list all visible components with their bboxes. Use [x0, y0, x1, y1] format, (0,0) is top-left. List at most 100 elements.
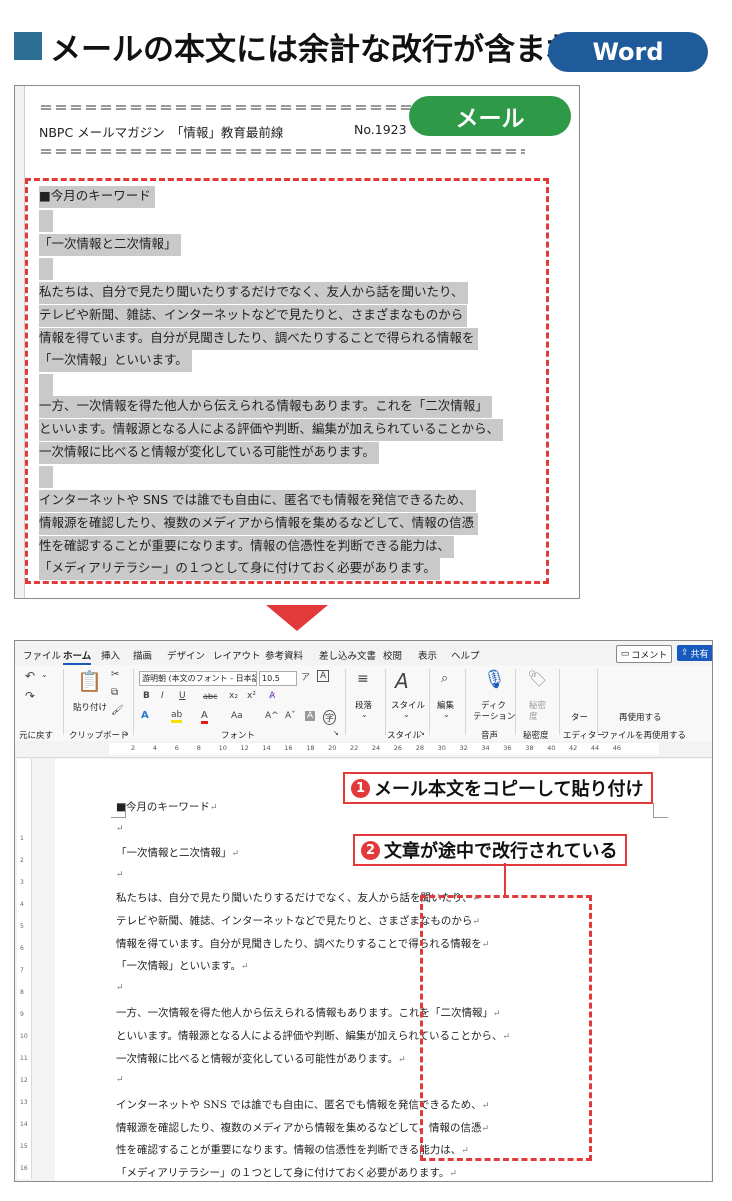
- phonetic-guide-icon[interactable]: ア: [301, 670, 310, 683]
- vruler-tick-label: 6: [20, 945, 24, 952]
- word-highlight-box: [420, 895, 592, 1161]
- vruler-tick-label: 1: [20, 835, 24, 842]
- style-dropdown-icon[interactable]: ⌄: [403, 710, 410, 719]
- document-blank-line: ↵: [116, 868, 124, 880]
- paragraph-mark-icon: ↵: [240, 962, 249, 972]
- paragraph-mark-icon: ↵: [116, 1075, 124, 1085]
- document-page[interactable]: ■今月のキーワード↵ ↵ 「一次情報と二次情報」↵ ↵ 私たちは、自分で見たり聞いたりす…: [55, 759, 711, 1181]
- document-line-text: 性を確認することが重要になります。情報の信憑性を判断できる能力は、: [116, 1144, 462, 1156]
- callout-copy-paste: 1 メール本文をコピーして貼り付け: [343, 772, 654, 804]
- ruler-tick-label: 42: [569, 744, 578, 752]
- paragraph-mark-icon: ↵: [116, 983, 124, 993]
- style-group-label: スタイル: [387, 731, 422, 741]
- share-button[interactable]: ⇪ 共有: [677, 645, 712, 661]
- document-line: 一次情報に比べると情報が変化している可能性があります。↵: [116, 1051, 406, 1066]
- vruler-tick-label: 11: [20, 1055, 28, 1062]
- paragraph-mark-icon: ↵: [116, 870, 124, 880]
- bold-button[interactable]: B: [143, 691, 150, 701]
- vertical-ruler[interactable]: 12345678910111213141516171819: [17, 759, 32, 1179]
- paragraph-mark-icon: ↵: [209, 803, 218, 813]
- ruler-tick-label: 18: [306, 744, 315, 752]
- menu-tab-6[interactable]: 参考資料: [265, 648, 303, 662]
- superscript-button[interactable]: x²: [247, 691, 256, 701]
- cut-icon[interactable]: ✂: [111, 669, 119, 680]
- clear-format-icon[interactable]: A̷: [269, 691, 275, 701]
- reuse-label[interactable]: 再使用する: [619, 711, 662, 723]
- menu-tab-9[interactable]: 表示: [418, 648, 437, 662]
- paragraph-dropdown-icon[interactable]: ⌄: [361, 710, 368, 719]
- clipboard-launcher-icon[interactable]: ↘: [123, 729, 129, 737]
- callout-2-text: 文章が途中で改行されている: [384, 841, 618, 862]
- menu-tab-2[interactable]: 挿入: [101, 648, 120, 662]
- edit-dropdown-icon[interactable]: ⌄: [443, 710, 450, 719]
- callout-2-number-icon: 2: [361, 840, 380, 860]
- undo-icon[interactable]: ↶: [25, 669, 35, 683]
- menu-tab-1[interactable]: ホーム: [63, 648, 92, 665]
- ribbon-divider: [345, 669, 346, 735]
- menu-tab-8[interactable]: 校閲: [383, 648, 402, 662]
- ruler-tick-label: 24: [371, 744, 381, 752]
- char-shading-button[interactable]: A: [305, 711, 316, 721]
- copy-icon[interactable]: ⧉: [111, 687, 118, 698]
- font-size-select[interactable]: 10.5: [259, 671, 297, 686]
- change-case-button[interactable]: Aa: [231, 711, 243, 721]
- redo-icon[interactable]: ↷: [25, 689, 35, 703]
- comment-button[interactable]: ▭ コメント: [616, 645, 672, 663]
- share-icon: ⇪: [681, 648, 689, 658]
- paragraph-mark-icon: ↵: [116, 824, 124, 834]
- down-arrow-icon: [266, 605, 328, 631]
- menu-tab-3[interactable]: 描画: [133, 648, 152, 662]
- dictate-label-line2[interactable]: テーション: [473, 710, 515, 722]
- grow-font-button[interactable]: A^: [265, 711, 279, 721]
- horizontal-ruler[interactable]: 2 4 6 8 10 12 14 16 18 20 22 24 26 28 30 32 34 36 38 40 42 44…: [15, 741, 712, 758]
- search-icon[interactable]: ⌕: [441, 671, 448, 686]
- shrink-font-button[interactable]: Aˇ: [285, 711, 296, 721]
- menu-tab-7[interactable]: 差し込み文書: [319, 648, 376, 662]
- undo-dropdown-icon[interactable]: ⌄: [41, 670, 48, 679]
- menu-tab-10[interactable]: ヘルプ: [451, 648, 480, 662]
- menu-tab-4[interactable]: デザイン: [167, 648, 205, 662]
- ruler-tick-label: 32: [459, 744, 468, 752]
- italic-button[interactable]: I: [161, 691, 164, 701]
- vruler-tick-label: 2: [20, 857, 24, 864]
- strikethrough-button[interactable]: abc: [203, 692, 217, 701]
- sensitivity-label-line2[interactable]: 度: [529, 710, 538, 722]
- enclose-char-button[interactable]: 字: [323, 710, 337, 725]
- highlight-button[interactable]: ab: [171, 710, 183, 723]
- paragraph-icon[interactable]: ≡: [357, 671, 369, 687]
- ruler-tick-label: 36: [503, 744, 512, 752]
- mail-line: 一次情報に比べると情報が変化している可能性があります。: [39, 442, 379, 464]
- menu-tab-5[interactable]: レイアウト: [213, 648, 261, 662]
- ribbon-divider: [385, 669, 386, 735]
- mail-header-title: NBPC メールマガジン 「情報」教育最前線: [39, 125, 284, 140]
- paste-icon[interactable]: 📋: [77, 669, 102, 693]
- menu-tab-0[interactable]: ファイル: [23, 648, 61, 662]
- underline-button[interactable]: U: [179, 691, 186, 701]
- ruler-tick-label: 40: [547, 744, 556, 752]
- subscript-button[interactable]: x₂: [229, 691, 238, 701]
- sensitivity-icon[interactable]: 🏷: [527, 669, 547, 688]
- font-color-button[interactable]: A: [201, 710, 208, 724]
- vruler-tick-label: 9: [20, 1011, 24, 1018]
- ribbon-divider: [515, 669, 516, 735]
- ruler-tick-label: 30: [437, 744, 446, 752]
- ruler-tick-label: 16: [284, 744, 293, 752]
- font-launcher-icon[interactable]: ↘: [333, 729, 339, 737]
- editor-label[interactable]: ター: [571, 711, 588, 723]
- style-launcher-icon[interactable]: ↘: [419, 729, 425, 737]
- editor-group-label: エディター: [563, 731, 605, 741]
- enclosed-char-icon[interactable]: A: [317, 670, 330, 682]
- paste-label[interactable]: 貼り付け: [73, 701, 107, 713]
- font-name-select[interactable]: 游明朝 (本文のフォント - 日本語): [139, 671, 257, 686]
- style-icon[interactable]: A: [395, 669, 409, 693]
- document-line: 「メディアリテラシー」の１つとして身に付けておく必要があります。↵: [116, 1165, 457, 1180]
- text-effect-button[interactable]: A: [141, 710, 149, 721]
- microphone-icon[interactable]: 🎙: [483, 669, 506, 690]
- mail-blank-line: [39, 210, 53, 232]
- document-line: 「一次情報」といいます。↵: [116, 958, 249, 973]
- mail-line: 情報を得ています。自分が見聞きしたり、調べたりすることで得られる情報を: [39, 328, 479, 350]
- document-line: 「一次情報と二次情報」↵: [116, 845, 239, 860]
- mail-line: 一方、一次情報を得た他人から伝えられる情報もあります。これを「二次情報」: [39, 396, 492, 418]
- mail-line: といいます。情報源となる人による評価や判断、編集が加えられていることから、: [39, 419, 504, 441]
- format-painter-icon[interactable]: 🖌: [111, 705, 124, 716]
